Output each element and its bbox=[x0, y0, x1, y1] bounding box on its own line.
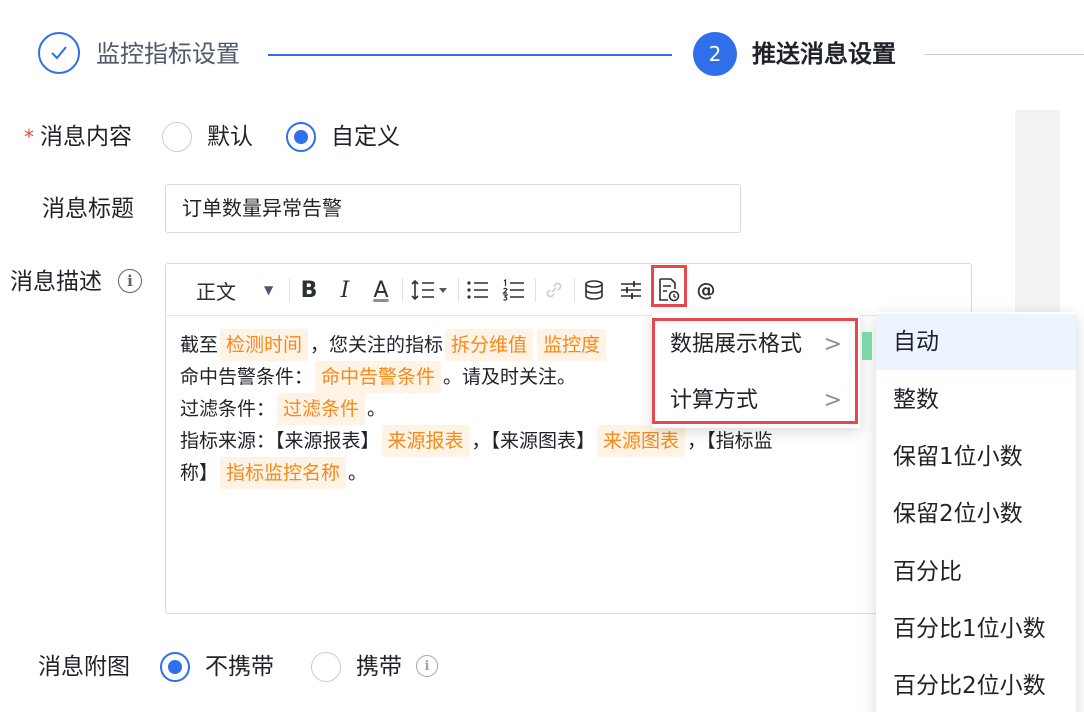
step-connector-pending bbox=[924, 54, 1084, 55]
toolbar-divider bbox=[289, 278, 290, 302]
link-icon bbox=[546, 282, 562, 298]
format-option-percent[interactable]: 百分比 bbox=[876, 544, 1076, 600]
toolbar-divider bbox=[402, 278, 403, 302]
editor-toolbar: 正文 ▼ B I A @ bbox=[166, 264, 971, 316]
toolbar-divider bbox=[458, 278, 459, 302]
bullet-list-icon bbox=[467, 281, 488, 299]
numbered-list-icon bbox=[502, 279, 524, 301]
radio-with-attachment[interactable] bbox=[311, 652, 341, 682]
text-run: 称】 bbox=[180, 462, 219, 484]
attachment-label: 消息附图 bbox=[38, 654, 130, 680]
text-run: 。 bbox=[348, 462, 368, 484]
content-line: 指标来源：【来源报表】 来源报表 ，【来源图表】 来源图表 ，【指标监 bbox=[180, 424, 773, 458]
variable-tag[interactable]: 监控度 bbox=[537, 329, 607, 361]
paragraph-style-value: 正文 bbox=[196, 279, 236, 304]
toolbar-divider bbox=[574, 278, 575, 302]
radio-default-label[interactable]: 默认 bbox=[207, 121, 253, 153]
variable-tag[interactable]: 指标监控名称 bbox=[220, 457, 347, 489]
format-option-2-decimal[interactable]: 保留2位小数 bbox=[876, 486, 1076, 542]
format-option-percent-2-decimal[interactable]: 百分比2位小数 bbox=[876, 658, 1076, 712]
text-run: 。请及时关注。 bbox=[443, 366, 577, 388]
format-option-1-decimal[interactable]: 保留1位小数 bbox=[876, 429, 1076, 485]
text-run: ，您关注的指标 bbox=[310, 334, 444, 356]
filter-settings-button[interactable] bbox=[616, 274, 646, 306]
content-line: 过滤条件： 过滤条件。 bbox=[180, 392, 386, 426]
attachment-info-icon[interactable]: i bbox=[416, 655, 438, 677]
format-option-integer[interactable]: 整数 bbox=[876, 372, 1076, 428]
variable-tag[interactable]: 拆分维值 bbox=[445, 329, 534, 361]
title-input[interactable]: 订单数量异常告警 bbox=[165, 184, 741, 233]
menu-item-calculation[interactable]: 计算方式 > bbox=[658, 376, 854, 426]
info-icon[interactable]: i bbox=[118, 269, 142, 293]
step1-done-icon bbox=[38, 32, 80, 74]
text-run: 指标来源：【来源报表】 bbox=[180, 430, 380, 452]
font-color-button[interactable]: A bbox=[366, 274, 396, 306]
variable-tag[interactable]: 检测时间 bbox=[220, 329, 309, 361]
format-document-icon bbox=[659, 278, 680, 302]
sliders-icon bbox=[621, 281, 641, 299]
format-context-menu: 数据展示格式 > 计算方式 > bbox=[652, 312, 860, 428]
paragraph-style-select[interactable]: 正文 ▼ bbox=[196, 274, 288, 306]
content-line: 截至 检测时间 ，您关注的指标 拆分维值 监控度 bbox=[180, 328, 608, 362]
chevron-right-icon: > bbox=[823, 388, 842, 413]
variable-tag[interactable]: 过滤条件 bbox=[277, 393, 366, 425]
variable-tag[interactable]: 来源图表 bbox=[597, 425, 686, 457]
database-icon bbox=[585, 280, 603, 300]
radio-no-attachment-label[interactable]: 不携带 bbox=[205, 651, 274, 683]
step2-number: 2 bbox=[693, 32, 737, 76]
content-line: 称】 指标监控名称。 bbox=[180, 456, 367, 490]
description-label: 消息描述 bbox=[10, 269, 102, 295]
radio-custom-label[interactable]: 自定义 bbox=[331, 121, 400, 153]
step-connector-done bbox=[268, 54, 672, 56]
tag-peek bbox=[862, 332, 872, 360]
bold-button[interactable]: B bbox=[294, 274, 324, 306]
chevron-right-icon: > bbox=[823, 332, 842, 357]
variable-tag[interactable]: 命中告警条件 bbox=[315, 361, 442, 393]
chevron-down-icon: ▼ bbox=[264, 283, 274, 297]
format-option-auto[interactable]: 自动 bbox=[876, 314, 1076, 370]
link-button[interactable] bbox=[539, 274, 569, 306]
menu-item-label: 计算方式 bbox=[670, 388, 759, 413]
content-line: 命中告警条件： 命中告警条件 。请及时关注。 bbox=[180, 360, 576, 394]
radio-with-attachment-label[interactable]: 携带 bbox=[356, 651, 402, 683]
variable-tag[interactable]: 来源报表 bbox=[381, 425, 470, 457]
line-height-button[interactable] bbox=[406, 274, 454, 306]
italic-button[interactable]: I bbox=[330, 274, 360, 306]
format-submenu: 自动 整数 保留1位小数 保留2位小数 百分比 百分比1位小数 百分比2位小数 bbox=[876, 312, 1076, 712]
numbered-list-button[interactable] bbox=[499, 274, 529, 306]
menu-item-display-format[interactable]: 数据展示格式 > bbox=[658, 320, 854, 370]
required-mark: * bbox=[24, 125, 34, 149]
content-label-text: 消息内容 bbox=[40, 124, 132, 150]
text-run: 过滤条件： bbox=[180, 398, 276, 420]
number-format-button[interactable] bbox=[654, 274, 684, 306]
bullet-list-button[interactable] bbox=[463, 274, 493, 306]
line-height-icon bbox=[411, 279, 447, 301]
toolbar-divider bbox=[535, 278, 536, 302]
radio-no-attachment[interactable] bbox=[160, 652, 190, 682]
step1-label[interactable]: 监控指标设置 bbox=[96, 38, 240, 70]
content-label: * 消息内容 bbox=[24, 121, 132, 153]
step2-label: 推送消息设置 bbox=[752, 40, 896, 68]
radio-default[interactable] bbox=[162, 122, 192, 152]
title-label: 消息标题 bbox=[42, 196, 134, 222]
format-option-percent-1-decimal[interactable]: 百分比1位小数 bbox=[876, 601, 1076, 657]
mention-button[interactable]: @ bbox=[692, 274, 720, 306]
text-run: ，【指标监 bbox=[687, 430, 773, 452]
data-source-button[interactable] bbox=[579, 274, 609, 306]
radio-custom[interactable] bbox=[286, 122, 316, 152]
text-run: ，【来源图表】 bbox=[471, 430, 596, 452]
text-run: 命中告警条件： bbox=[180, 366, 314, 388]
menu-item-label: 数据展示格式 bbox=[670, 332, 803, 357]
text-run: 截至 bbox=[180, 334, 219, 356]
text-run: 。 bbox=[367, 398, 387, 420]
